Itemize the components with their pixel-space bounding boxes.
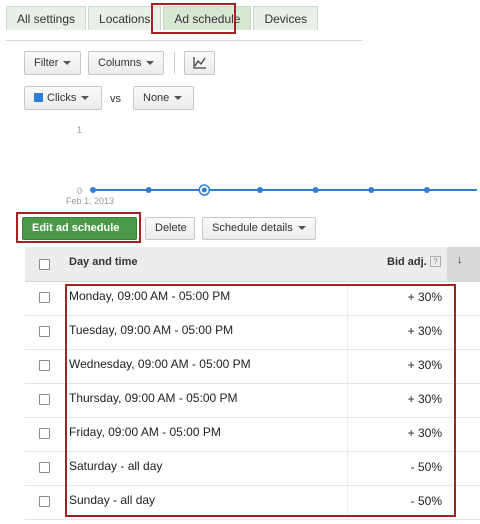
delete-button[interactable]: Delete — [145, 217, 195, 240]
line-chart-icon — [193, 57, 206, 69]
table-header: Day and time Bid adj. ? ↓ — [25, 247, 480, 282]
vs-label: vs — [110, 93, 121, 105]
chevron-down-icon — [297, 226, 306, 231]
data-point — [256, 187, 263, 193]
data-point — [145, 187, 152, 193]
data-point — [312, 187, 319, 193]
tab-all-settings[interactable]: All settings — [6, 6, 87, 30]
line-chart: 1 0Feb 1, 2013 — [66, 125, 477, 206]
row-checkbox[interactable] — [39, 496, 50, 507]
filter-button[interactable]: Filter — [24, 51, 81, 75]
filter-label: Filter — [34, 57, 59, 69]
metric-primary-label: Clicks — [47, 92, 77, 104]
row-checkbox[interactable] — [39, 360, 50, 371]
y-tick-label: 1 — [77, 125, 82, 135]
row-checkbox[interactable] — [39, 462, 50, 473]
chevron-down-icon — [81, 96, 90, 101]
columns-button[interactable]: Columns — [88, 51, 164, 75]
row-checkbox[interactable] — [39, 292, 50, 303]
column-day-and-time[interactable]: Day and time — [69, 256, 137, 268]
data-point — [90, 187, 96, 193]
metric-color-swatch — [34, 93, 43, 102]
chevron-down-icon — [63, 61, 72, 66]
chart-toggle-button[interactable] — [184, 51, 215, 75]
select-all-checkbox[interactable] — [39, 259, 50, 270]
data-point — [423, 187, 430, 193]
column-bid-adj[interactable]: Bid adj. — [387, 256, 427, 268]
data-point — [368, 187, 375, 193]
tab-devices[interactable]: Devices — [253, 6, 319, 30]
performance-chart: 1 0 Feb 1, 2013 — [60, 120, 480, 210]
help-icon[interactable]: ? — [430, 256, 441, 267]
rows-highlight-box — [65, 284, 456, 517]
sort-column[interactable]: ↓ — [447, 247, 480, 281]
sort-arrow-icon: ↓ — [457, 254, 463, 266]
columns-label: Columns — [98, 57, 142, 69]
metric-secondary-label: None — [143, 92, 170, 104]
toolbar-divider — [174, 52, 175, 74]
row-checkbox[interactable] — [39, 394, 50, 405]
row-checkbox[interactable] — [39, 326, 50, 337]
chevron-down-icon — [174, 96, 183, 101]
tab-divider — [6, 40, 362, 41]
delete-label: Delete — [155, 222, 187, 234]
x-tick-label: Feb 1, 2013 — [66, 196, 114, 206]
data-point — [201, 187, 207, 193]
y-tick-label: 0 — [77, 186, 82, 196]
row-checkbox[interactable] — [39, 428, 50, 439]
tab-highlight-box — [151, 3, 236, 34]
schedule-details-label: Schedule details — [212, 222, 293, 234]
schedule-details-button[interactable]: Schedule details — [202, 217, 316, 240]
edit-highlight-box — [16, 212, 141, 243]
chevron-down-icon — [146, 61, 155, 66]
metric-primary-select[interactable]: Clicks — [24, 86, 102, 110]
metric-secondary-select[interactable]: None — [133, 86, 194, 110]
